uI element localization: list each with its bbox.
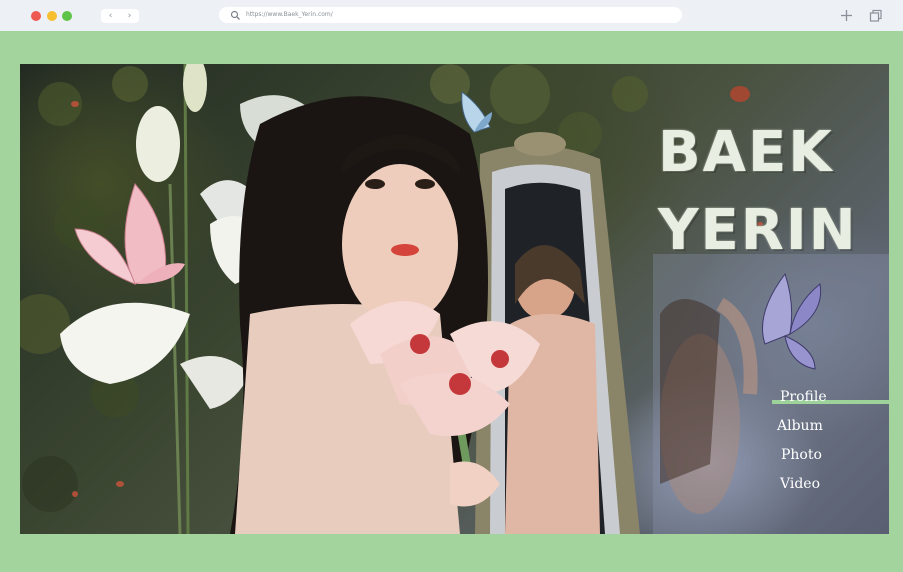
new-tab-plus-icon[interactable] (839, 8, 854, 23)
browser-chrome: ‹ › https://www.Baek_Yerin.com/ (0, 0, 903, 31)
nav-photo-link[interactable]: Photo (772, 444, 889, 473)
minimize-window-dot[interactable] (47, 11, 57, 21)
main-nav: Profile Album Photo Video (772, 386, 889, 502)
search-icon (230, 10, 240, 20)
main-portrait (230, 96, 488, 534)
nav-profile-link[interactable]: Profile (772, 386, 889, 415)
artist-logo: BAEK YERIN (658, 114, 889, 270)
nav-album-link[interactable]: Album (772, 415, 889, 444)
title-line-1: BAEK (658, 120, 834, 185)
chevron-left-icon: ‹ (108, 11, 113, 21)
close-window-dot[interactable] (31, 11, 41, 21)
pink-butterfly (74, 183, 185, 285)
url-text: https://www.Baek_Yerin.com/ (246, 11, 333, 18)
maximize-window-dot[interactable] (62, 11, 72, 21)
blue-butterfly-top (461, 91, 492, 133)
chevron-right-icon: › (127, 11, 132, 21)
title-line-2: YERIN (658, 198, 858, 263)
nav-video-link[interactable]: Video (772, 473, 889, 502)
back-button[interactable]: ‹ (101, 9, 120, 23)
history-nav: ‹ › (101, 9, 139, 23)
forward-button[interactable]: › (120, 9, 139, 23)
address-bar[interactable]: https://www.Baek_Yerin.com/ (219, 7, 682, 23)
duplicate-windows-icon[interactable] (869, 9, 883, 23)
hero-banner: BAEK YERIN Profile Album Photo Video (20, 64, 889, 534)
